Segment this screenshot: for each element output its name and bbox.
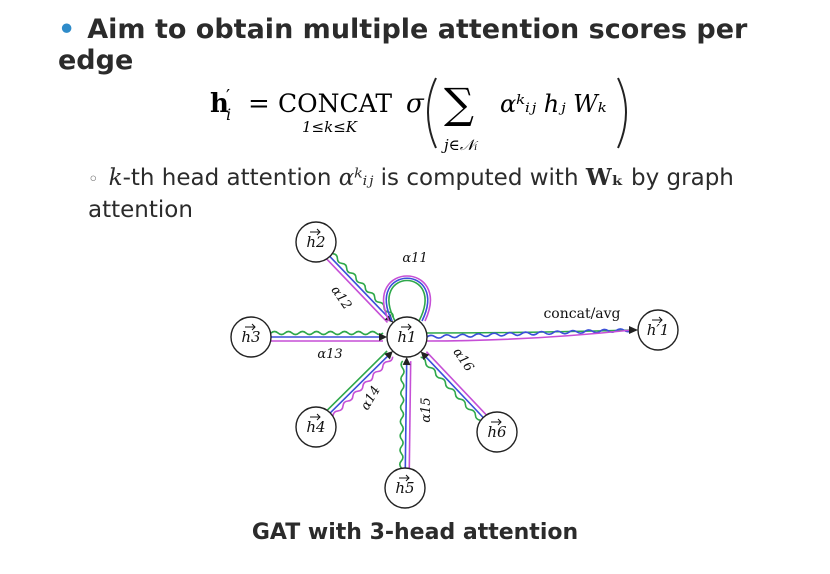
edge-h3-h1-arrowhead	[379, 333, 387, 341]
edge-label-1: α11	[402, 251, 427, 266]
node-h2-label: h2	[306, 233, 325, 251]
node-out-label: h′1	[647, 321, 670, 339]
edge-h5-h1-head-1	[399, 360, 405, 469]
edge-h5-h1-head-2	[404, 360, 408, 469]
node-h1-label: h1	[397, 328, 416, 346]
edge-label-3: α13	[317, 347, 342, 362]
node-h6-label: h6	[487, 423, 507, 441]
self-loop-head-3	[382, 275, 432, 322]
self-loop-head-1	[388, 279, 426, 322]
gat-diagram: h1h2h3h4h5h6h′1 α11α12α13α14 α15α16concat…	[230, 221, 679, 509]
edge-h3-h1-head-1	[270, 330, 384, 336]
node-h4-label: h4	[306, 418, 325, 436]
edge-h5-h1-arrowhead	[402, 357, 411, 366]
edge-h5-h1-head-3	[408, 361, 412, 469]
edge-label-2: α12	[327, 283, 354, 312]
edge-label-5: α15	[419, 397, 434, 422]
nodes-group: h1 h2 h3 h4 h5 h6 h′1	[230, 221, 679, 509]
diagram-caption: GAT with 3-head attention	[251, 520, 579, 545]
node-h3-label: h3	[241, 328, 260, 346]
node-h5-label: h5	[395, 479, 414, 497]
output-label: concat/avg	[543, 306, 620, 322]
edge-label-6: α16	[449, 345, 476, 374]
output-arrowhead	[629, 326, 638, 334]
